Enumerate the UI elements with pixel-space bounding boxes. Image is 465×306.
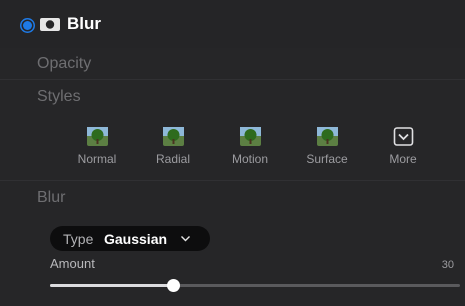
style-motion-button[interactable]: Motion — [215, 127, 285, 166]
tree-thumbnail-icon — [86, 127, 108, 146]
slider-handle[interactable] — [167, 279, 180, 292]
mask-icon[interactable] — [40, 18, 60, 31]
chevron-box-icon — [393, 127, 413, 146]
blur-section-label: Blur — [37, 189, 66, 206]
styles-label: Styles — [37, 88, 81, 105]
tree-thumbnail-icon — [162, 127, 184, 146]
style-radial-button[interactable]: Radial — [138, 127, 208, 166]
style-more-button[interactable]: More — [368, 127, 438, 166]
style-label: Radial — [155, 152, 191, 166]
divider — [0, 180, 465, 181]
style-label: More — [389, 152, 417, 166]
style-label: Motion — [231, 152, 269, 166]
amount-value[interactable]: 30 — [442, 259, 454, 271]
type-value: Gaussian — [104, 231, 168, 247]
amount-slider[interactable] — [50, 279, 460, 293]
slider-fill — [50, 284, 173, 287]
style-label: Surface — [306, 152, 348, 166]
divider — [0, 79, 465, 80]
amount-label: Amount — [50, 256, 95, 271]
filter-header: Blur — [0, 0, 465, 48]
style-surface-button[interactable]: Surface — [292, 127, 362, 166]
chevron-down-icon — [181, 236, 190, 242]
style-label: Normal — [77, 152, 117, 166]
type-label: Type — [63, 231, 94, 247]
tree-thumbnail-icon — [239, 127, 261, 146]
style-normal-button[interactable]: Normal — [62, 127, 132, 166]
filter-title: Blur — [67, 14, 101, 33]
blur-type-dropdown[interactable]: Type Gaussian — [50, 226, 210, 251]
opacity-label[interactable]: Opacity — [37, 55, 91, 73]
filter-enable-radio[interactable] — [23, 21, 32, 30]
tree-thumbnail-icon — [316, 127, 338, 146]
blur-filter-panel: Blur Opacity Styles Normal Radial Motion — [0, 0, 465, 306]
